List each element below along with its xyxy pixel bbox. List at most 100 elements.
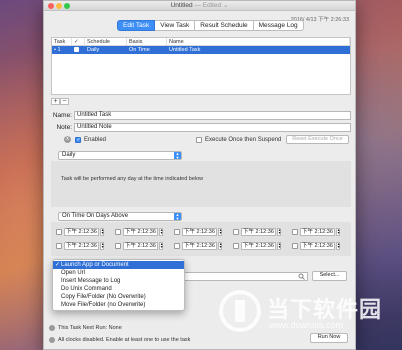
- menu-item-unix-command[interactable]: Do Unix Command: [53, 285, 184, 293]
- time-slot: 下午 2:12:36 ▲ ▼: [233, 227, 281, 236]
- clocks-indicator-icon: [49, 337, 55, 343]
- time-slot-field[interactable]: 下午 2:12:36: [241, 227, 276, 236]
- time-basis-popup-value: On Time On Days Above: [62, 213, 129, 219]
- time-slot-stepper[interactable]: ▲ ▼: [217, 241, 222, 250]
- action-path-field[interactable]: [183, 272, 308, 281]
- time-slot-field[interactable]: 下午 2:12:36: [241, 241, 276, 250]
- menu-item-copy-file[interactable]: Copy File/Folder (No Overwrite): [53, 293, 184, 301]
- schedule-panel: [51, 161, 351, 207]
- task-table: Task ✓ Schedule Basis Name • 1 Daily On …: [51, 37, 351, 95]
- note-field[interactable]: Untitled Note: [74, 123, 351, 132]
- time-slot-checkbox[interactable]: [233, 228, 239, 235]
- column-name[interactable]: Name: [167, 38, 350, 45]
- time-slot-checkbox[interactable]: [56, 228, 62, 235]
- enabled-checkbox[interactable]: [75, 137, 81, 143]
- row-task-number: • 1: [54, 47, 61, 53]
- task-table-header: Task ✓ Schedule Basis Name: [52, 38, 350, 46]
- info-icon[interactable]: x: [64, 136, 71, 143]
- execute-once-checkbox[interactable]: [196, 137, 202, 143]
- name-field[interactable]: Untitled Task: [74, 111, 351, 120]
- schedule-popup-value: Daily: [62, 152, 76, 158]
- close-window-button[interactable]: [48, 3, 54, 9]
- tab-view-task[interactable]: View Task: [155, 20, 196, 31]
- popup-arrows-icon: ▲ ▼: [174, 212, 181, 221]
- time-slot: 下午 2:12:36 ▲ ▼: [115, 227, 163, 236]
- checkmark-icon: ✓: [55, 262, 61, 268]
- time-slot-checkbox[interactable]: [292, 242, 298, 249]
- time-slot: 下午 2:12:36 ▲ ▼: [292, 227, 340, 236]
- clocks-note-text: All clocks disabled. Enable at least one…: [58, 337, 191, 343]
- time-slot-stepper[interactable]: ▲ ▼: [217, 227, 222, 236]
- execute-once-label: Execute Once then Suspend: [205, 137, 282, 143]
- column-task[interactable]: Task: [52, 38, 72, 45]
- schedule-popup[interactable]: Daily ▲ ▼: [58, 151, 182, 160]
- reset-execute-once-button[interactable]: Reset Execute Once: [286, 135, 349, 144]
- time-slot: 下午 2:12:36 ▲ ▼: [56, 227, 104, 236]
- table-controls: + −: [51, 98, 69, 105]
- row-name: Untitled Task: [169, 47, 201, 53]
- title-bar: Untitled — Edited ⌄: [44, 1, 355, 11]
- tab-edit-task[interactable]: Edit Task: [117, 20, 156, 31]
- column-check[interactable]: ✓: [72, 38, 85, 45]
- time-slot-checkbox[interactable]: [292, 228, 298, 235]
- next-run-indicator-icon: [49, 325, 55, 331]
- search-icon[interactable]: [298, 273, 305, 280]
- time-slot-stepper[interactable]: ▲ ▼: [158, 241, 163, 250]
- remove-task-button[interactable]: −: [60, 98, 69, 105]
- time-slot-field[interactable]: 下午 2:12:36: [123, 227, 158, 236]
- time-slot-checkbox[interactable]: [174, 242, 180, 249]
- time-slot-checkbox[interactable]: [115, 242, 121, 249]
- watermark-url: www.downxia.com: [269, 320, 344, 330]
- name-label: Name:: [52, 112, 72, 119]
- schedule-description: Task will be performed any day at the ti…: [61, 176, 204, 182]
- watermark-logo-icon: [219, 290, 261, 332]
- enabled-label: Enabled: [84, 137, 107, 143]
- time-slot-stepper[interactable]: ▲ ▼: [99, 227, 104, 236]
- row-schedule: Daily: [87, 47, 100, 53]
- time-slot-field[interactable]: 下午 2:12:36: [64, 241, 99, 250]
- menu-item-move-file[interactable]: Move File/Folder (no Overwrite): [53, 301, 184, 309]
- column-schedule[interactable]: Schedule: [85, 38, 127, 45]
- add-task-button[interactable]: +: [51, 98, 60, 105]
- watermark: 当下软件园 www.downxia.com: [219, 288, 394, 336]
- time-slot: 下午 2:12:36 ▲ ▼: [174, 227, 222, 236]
- window-title: Untitled: [170, 2, 193, 9]
- column-basis[interactable]: Basis: [127, 38, 167, 45]
- time-slot-stepper[interactable]: ▲ ▼: [158, 227, 163, 236]
- time-slot-checkbox[interactable]: [174, 228, 180, 235]
- next-run-text: This Task Next Run: None: [58, 325, 122, 331]
- row-basis: On Time: [129, 47, 150, 53]
- time-slot-stepper[interactable]: ▲ ▼: [99, 241, 104, 250]
- minimize-window-button[interactable]: [56, 3, 62, 9]
- time-slot-field[interactable]: 下午 2:12:36: [64, 227, 99, 236]
- menu-item-launch-app[interactable]: ✓ Launch App or Document: [53, 261, 184, 269]
- time-slot-field[interactable]: 下午 2:12:36: [300, 241, 335, 250]
- time-slot: 下午 2:12:36 ▲ ▼: [233, 241, 281, 250]
- time-slot-field[interactable]: 下午 2:12:36: [182, 227, 217, 236]
- time-slot-field[interactable]: 下午 2:12:36: [300, 227, 335, 236]
- time-slot: 下午 2:12:36 ▲ ▼: [292, 241, 340, 250]
- tab-result-schedule[interactable]: Result Schedule: [195, 20, 254, 31]
- row-enabled-checkbox[interactable]: [74, 47, 79, 52]
- menu-item-insert-message[interactable]: Insert Message to Log: [53, 277, 184, 285]
- zoom-window-button[interactable]: [64, 3, 70, 9]
- time-slot-stepper[interactable]: ▲ ▼: [335, 227, 340, 236]
- menu-item-open-url[interactable]: Open Url: [53, 269, 184, 277]
- time-slot-field[interactable]: 下午 2:12:36: [182, 241, 217, 250]
- time-slot-field[interactable]: 下午 2:12:36: [123, 241, 158, 250]
- time-slot-stepper[interactable]: ▲ ▼: [276, 227, 281, 236]
- time-slot-checkbox[interactable]: [56, 242, 62, 249]
- menu-item-label: Launch App or Document: [61, 262, 129, 268]
- time-slot-checkbox[interactable]: [233, 242, 239, 249]
- time-slot-stepper[interactable]: ▲ ▼: [276, 241, 281, 250]
- edited-indicator[interactable]: — Edited ⌄: [194, 2, 228, 9]
- time-basis-popup[interactable]: On Time On Days Above ▲ ▼: [58, 212, 182, 221]
- note-label: Note:: [56, 124, 72, 131]
- time-slot-checkbox[interactable]: [115, 228, 121, 235]
- time-slot-stepper[interactable]: ▲ ▼: [335, 241, 340, 250]
- action-menu: ✓ Launch App or Document Open Url Insert…: [52, 259, 185, 311]
- popup-arrows-icon: ▲ ▼: [174, 151, 181, 160]
- select-button[interactable]: Select...: [312, 271, 347, 281]
- table-row[interactable]: • 1 Daily On Time Untitled Task: [52, 46, 350, 54]
- tab-message-log[interactable]: Message Log: [253, 20, 304, 31]
